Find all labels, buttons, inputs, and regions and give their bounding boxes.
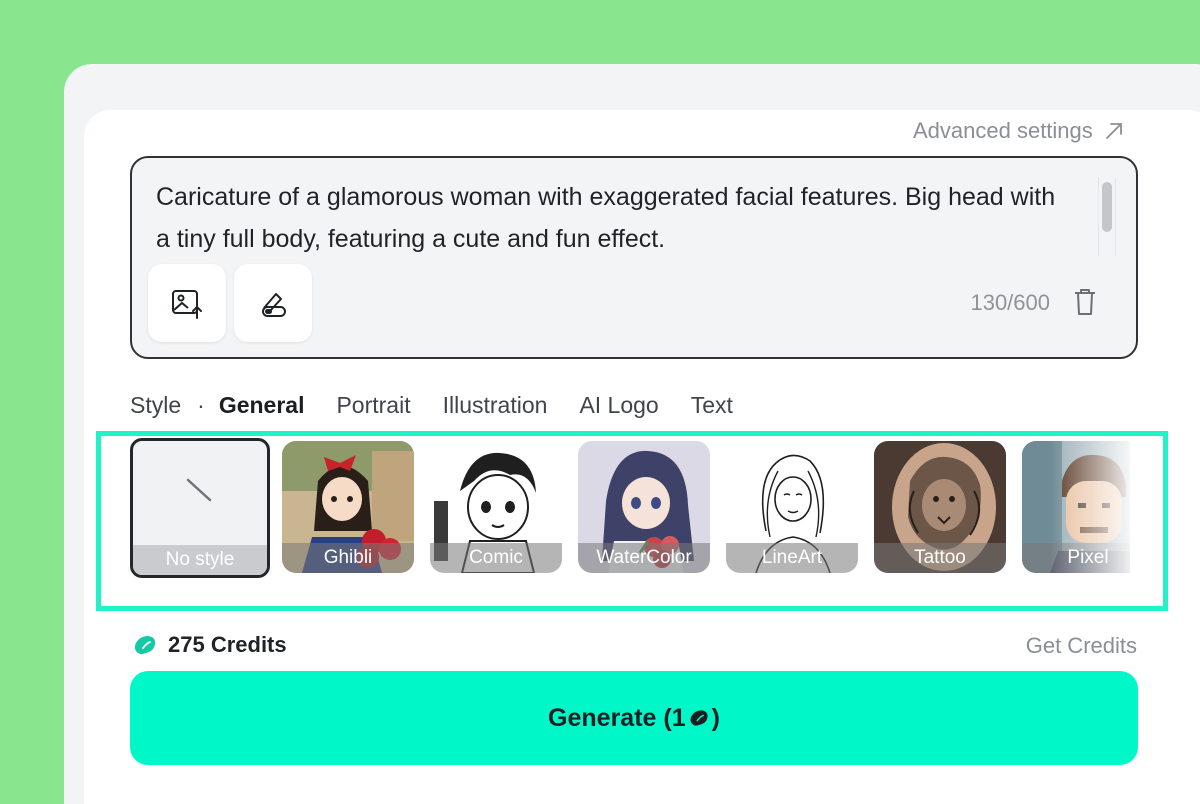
style-label: Ghibli [282,543,414,573]
generate-suffix: ) [711,703,720,732]
character-counter: 130/600 [970,290,1050,315]
trash-icon[interactable] [1072,288,1098,316]
prompt-scrollbar[interactable] [1098,178,1116,256]
style-tabs-prefix: Style [130,392,182,418]
tabs-separator: · [197,392,205,418]
generate-label: Generate (1 [548,703,686,732]
eraser-button[interactable] [234,264,312,342]
credits-amount: 275 Credits [168,632,287,657]
style-carousel: No style Ghibli Comic WaterColor LineArt… [130,438,1130,578]
scrollbar-thumb[interactable] [1102,182,1112,232]
tab-portrait[interactable]: Portrait [336,392,410,419]
external-arrow-icon [1105,123,1122,139]
prompt-input[interactable]: Caricature of a glamorous woman with exa… [156,176,1056,260]
style-label: Tattoo [874,543,1006,573]
tab-general[interactable]: General [219,392,305,419]
generate-button[interactable]: Generate (1 ) [130,671,1138,765]
style-card-tattoo[interactable]: Tattoo [874,441,1006,573]
no-style-slash-icon [186,478,212,502]
eraser-pencil-icon [262,293,286,317]
tab-text[interactable]: Text [691,392,733,419]
style-card-ghibli[interactable]: Ghibli [282,441,414,573]
bean-credit-icon [134,636,156,654]
advanced-settings-link[interactable]: Advanced settings [913,118,1125,144]
style-label: No style [133,545,267,575]
prompt-box: Caricature of a glamorous woman with exa… [130,156,1138,359]
style-card-comic[interactable]: Comic [430,441,562,573]
tab-illustration[interactable]: Illustration [443,392,548,419]
tab-ai-logo[interactable]: AI Logo [579,392,658,419]
image-upload-icon [172,290,202,319]
style-card-no-style[interactable]: No style [130,438,270,578]
style-tabs: Style · General Portrait Illustration AI… [130,392,765,419]
image-upload-button[interactable] [148,264,226,342]
credits-display: 275 Credits [132,632,287,658]
bean-credit-icon [690,710,708,726]
style-label: LineArt [726,543,858,573]
style-card-lineart[interactable]: LineArt [726,441,858,573]
get-credits-link[interactable]: Get Credits [1026,633,1137,659]
style-card-watercolor[interactable]: WaterColor [578,441,710,573]
style-label: WaterColor [578,543,710,573]
advanced-settings-label: Advanced settings [913,118,1093,143]
style-label: Comic [430,543,562,573]
carousel-fade [1050,438,1130,578]
